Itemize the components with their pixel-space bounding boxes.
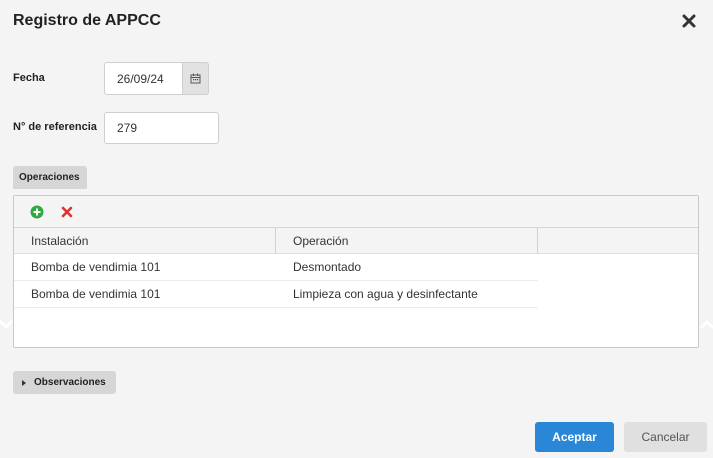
- chevron-right-icon: [699, 319, 713, 330]
- chevron-left-icon: [0, 319, 14, 330]
- cancel-button[interactable]: Cancelar: [624, 422, 707, 452]
- column-header-operacion[interactable]: Operación: [276, 228, 538, 253]
- grid-header: Instalación Operación: [14, 228, 698, 254]
- dialog-title: Registro de APPCC: [13, 12, 161, 29]
- fecha-input[interactable]: [104, 62, 182, 95]
- fecha-field: [104, 62, 209, 95]
- table-row[interactable]: Bomba de vendimia 101 Limpieza con agua …: [14, 281, 538, 308]
- observaciones-label: Observaciones: [34, 377, 106, 388]
- referencia-input[interactable]: [104, 112, 219, 144]
- fecha-label: Fecha: [13, 72, 45, 84]
- cell-instalacion: Bomba de vendimia 101: [31, 260, 161, 274]
- column-header-empty: [538, 228, 698, 253]
- grid-toolbar: [14, 196, 698, 228]
- cell-instalacion: Bomba de vendimia 101: [31, 287, 161, 301]
- add-circle-icon: [30, 205, 44, 219]
- cell-operacion: Desmontado: [293, 260, 362, 274]
- operaciones-grid: Instalación Operación Bomba de vendimia …: [13, 195, 699, 348]
- delete-button[interactable]: [60, 205, 74, 219]
- accept-button[interactable]: Aceptar: [535, 422, 614, 452]
- column-header-instalacion[interactable]: Instalación: [14, 228, 276, 253]
- calendar-icon: [190, 73, 201, 84]
- close-icon[interactable]: [681, 12, 697, 30]
- tab-operaciones[interactable]: Operaciones: [13, 166, 87, 189]
- delete-x-icon: [61, 206, 73, 218]
- cell-operacion: Limpieza con agua y desinfectante: [293, 287, 478, 301]
- add-button[interactable]: [30, 205, 44, 219]
- caret-right-icon: [22, 379, 26, 386]
- table-row[interactable]: Bomba de vendimia 101 Desmontado: [14, 254, 538, 281]
- calendar-button[interactable]: [182, 62, 209, 95]
- observaciones-toggle[interactable]: Observaciones: [13, 371, 116, 394]
- referencia-label: N° de referencia: [13, 121, 97, 133]
